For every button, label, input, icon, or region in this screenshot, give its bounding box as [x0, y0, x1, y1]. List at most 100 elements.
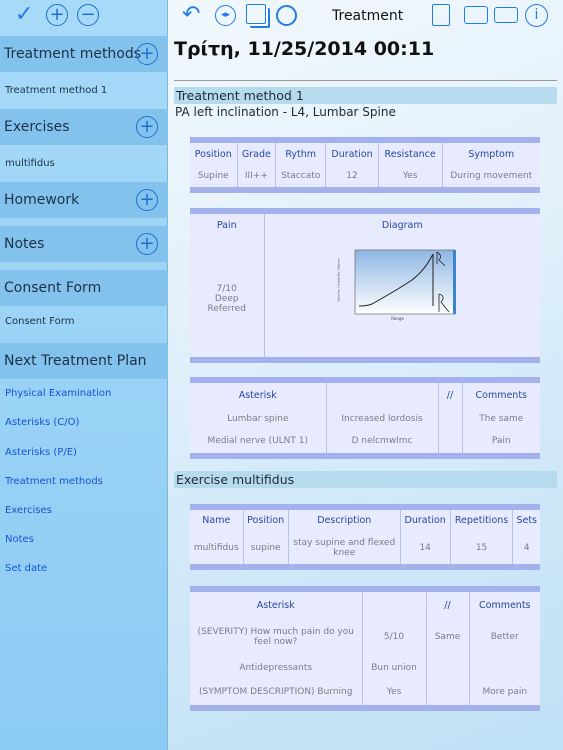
sidebar-item-multifidus[interactable]: multifidus	[0, 145, 168, 181]
cell: Lumbar spine	[227, 413, 289, 424]
pain-type: Referred	[207, 303, 246, 314]
cell: 14	[399, 531, 451, 567]
col-header: Pain	[216, 220, 237, 231]
divider	[174, 80, 557, 81]
link-physical-examination[interactable]: Physical Examination	[5, 388, 111, 399]
add-exercise-button[interactable]: +	[136, 116, 158, 138]
back-icon[interactable]: ↶	[182, 2, 200, 27]
col-header: Asterisk	[238, 389, 277, 401]
table-row: (SEVERITY) How much pain do you feel now…	[190, 618, 540, 656]
header-title: Treatment	[332, 8, 404, 24]
link-set-date[interactable]: Set date	[5, 563, 47, 574]
section-title: Next Treatment Plan	[4, 353, 147, 369]
video-icon[interactable]	[494, 7, 518, 23]
cell: Supine	[197, 171, 229, 182]
col-header: Resistance	[377, 140, 443, 166]
cell: 5/10	[361, 618, 426, 656]
link-asterisks-pe[interactable]: Asterisks (P/E)	[5, 447, 77, 458]
cell: Staccato	[275, 165, 326, 190]
camera-icon[interactable]	[464, 6, 488, 24]
col-header: Comments	[461, 380, 540, 408]
link-asterisks-co[interactable]: Asterisks (C/O)	[5, 417, 79, 428]
col-header: Asterisk	[256, 599, 295, 611]
remove-icon[interactable]: −	[77, 4, 99, 26]
col-header: Position	[242, 507, 289, 532]
cell	[425, 679, 469, 708]
link-notes[interactable]: Notes	[5, 534, 34, 545]
cell	[437, 429, 462, 456]
table-row: Supine III++ Staccato 12 Yes During movement	[190, 165, 540, 190]
section-exercises[interactable]: Exercises +	[0, 109, 168, 145]
table-row: Lumbar spine Increased lordosis The same	[190, 407, 540, 430]
link-exercises[interactable]: Exercises	[5, 505, 52, 516]
col-header: Description	[287, 507, 401, 532]
cell: During movement	[441, 165, 540, 190]
section-title: Notes	[4, 236, 45, 252]
exercise-band: Exercise multifidus	[174, 471, 557, 488]
cell: D nelcmwlmc	[325, 429, 438, 456]
cell: 12	[325, 165, 379, 190]
col-header: Symptom	[441, 140, 540, 166]
cell: III++	[236, 165, 276, 190]
col-header: Comments	[468, 589, 540, 619]
cell: supine	[242, 531, 289, 567]
add-icon[interactable]: +	[46, 4, 68, 26]
section-treatment-methods[interactable]: Treatment methods +	[0, 36, 168, 72]
cell: More pain	[468, 679, 540, 708]
cell: Better	[468, 618, 540, 656]
cell: stay supine and flexed knee	[287, 531, 401, 567]
cell	[437, 407, 462, 430]
treatment-method-band: Treatment method 1	[174, 87, 557, 104]
movement-diagram: Range Severity / Irritability / Nature	[337, 244, 457, 324]
section-title: Consent Form	[4, 280, 102, 296]
section-next-treatment-plan[interactable]: Next Treatment Plan	[0, 343, 168, 379]
cell: 4	[512, 531, 540, 567]
pain-values: 7/10 Deep Referred	[190, 240, 264, 360]
col-header: Name	[202, 515, 231, 527]
diagram-ylabel: Severity / Irritability / Nature	[336, 258, 341, 301]
diagram-graph	[354, 249, 457, 314]
section-title: Exercises	[4, 119, 70, 135]
diagram-xlabel: Range	[391, 315, 404, 321]
link-treatment-methods[interactable]: Treatment methods	[5, 476, 103, 487]
section-consent-form[interactable]: Consent Form	[0, 270, 168, 306]
sidebar-item-treatment-method-1[interactable]: Treatment method 1	[0, 72, 168, 108]
section-notes[interactable]: Notes +	[0, 226, 168, 262]
pain-level: 7/10	[216, 283, 237, 294]
add-treatment-method-button[interactable]: +	[136, 43, 158, 65]
cell: Medial nerve (ULNT 1)	[207, 436, 309, 447]
photo-gallery-icon[interactable]	[246, 4, 266, 24]
sidebar-item-consent-form[interactable]: Consent Form	[0, 303, 168, 339]
exercise-table: Name Position Description Duration Repetitio…	[190, 504, 540, 570]
table-row: (SYMPTOM DESCRIPTION) Burning Yes More pai…	[190, 679, 540, 708]
swap-icon[interactable]: ◂▸	[215, 5, 236, 26]
table-row: Medial nerve (ULNT 1) D nelcmwlmc Pain	[190, 429, 540, 456]
col-header: Duration	[325, 140, 379, 166]
edit-document-icon[interactable]	[432, 4, 450, 26]
add-note-button[interactable]: +	[136, 233, 158, 255]
col-header: Position	[194, 148, 232, 160]
info-icon[interactable]: i	[525, 4, 548, 27]
asterisk-table-2: Asterisk //Comments (SEVERITY) How much p…	[190, 586, 540, 711]
cell: multifidus	[193, 542, 239, 553]
col-header: Rythm	[275, 140, 326, 166]
cell	[468, 655, 540, 680]
col-header: Duration	[399, 507, 451, 532]
cell: Pain	[461, 429, 540, 456]
page-date: Τρίτη, 11/25/2014 00:11	[174, 38, 435, 60]
add-homework-button[interactable]: +	[136, 189, 158, 211]
treatment-description: PA left inclination - L4, Lumbar Spine	[175, 105, 396, 119]
col-header: Sets	[512, 507, 540, 532]
pain-diagram-table: Pain Diagram 7/10 Deep Referred Range Sever…	[190, 208, 540, 363]
col-header: Repetitions	[449, 507, 513, 532]
table-row: Antidepressants Bun union	[190, 655, 540, 680]
sync-icon[interactable]	[276, 5, 297, 26]
checkmark-icon[interactable]: ✓	[15, 2, 33, 27]
sidebar: ✓ + − Treatment methods + Treatment metho…	[0, 0, 168, 750]
section-homework[interactable]: Homework +	[0, 182, 168, 218]
cell: Same	[425, 618, 469, 656]
col-header: Diagram	[263, 211, 540, 240]
cell: Increased lordosis	[325, 407, 438, 430]
cell: Yes	[377, 165, 443, 190]
col-header: //	[437, 380, 462, 408]
